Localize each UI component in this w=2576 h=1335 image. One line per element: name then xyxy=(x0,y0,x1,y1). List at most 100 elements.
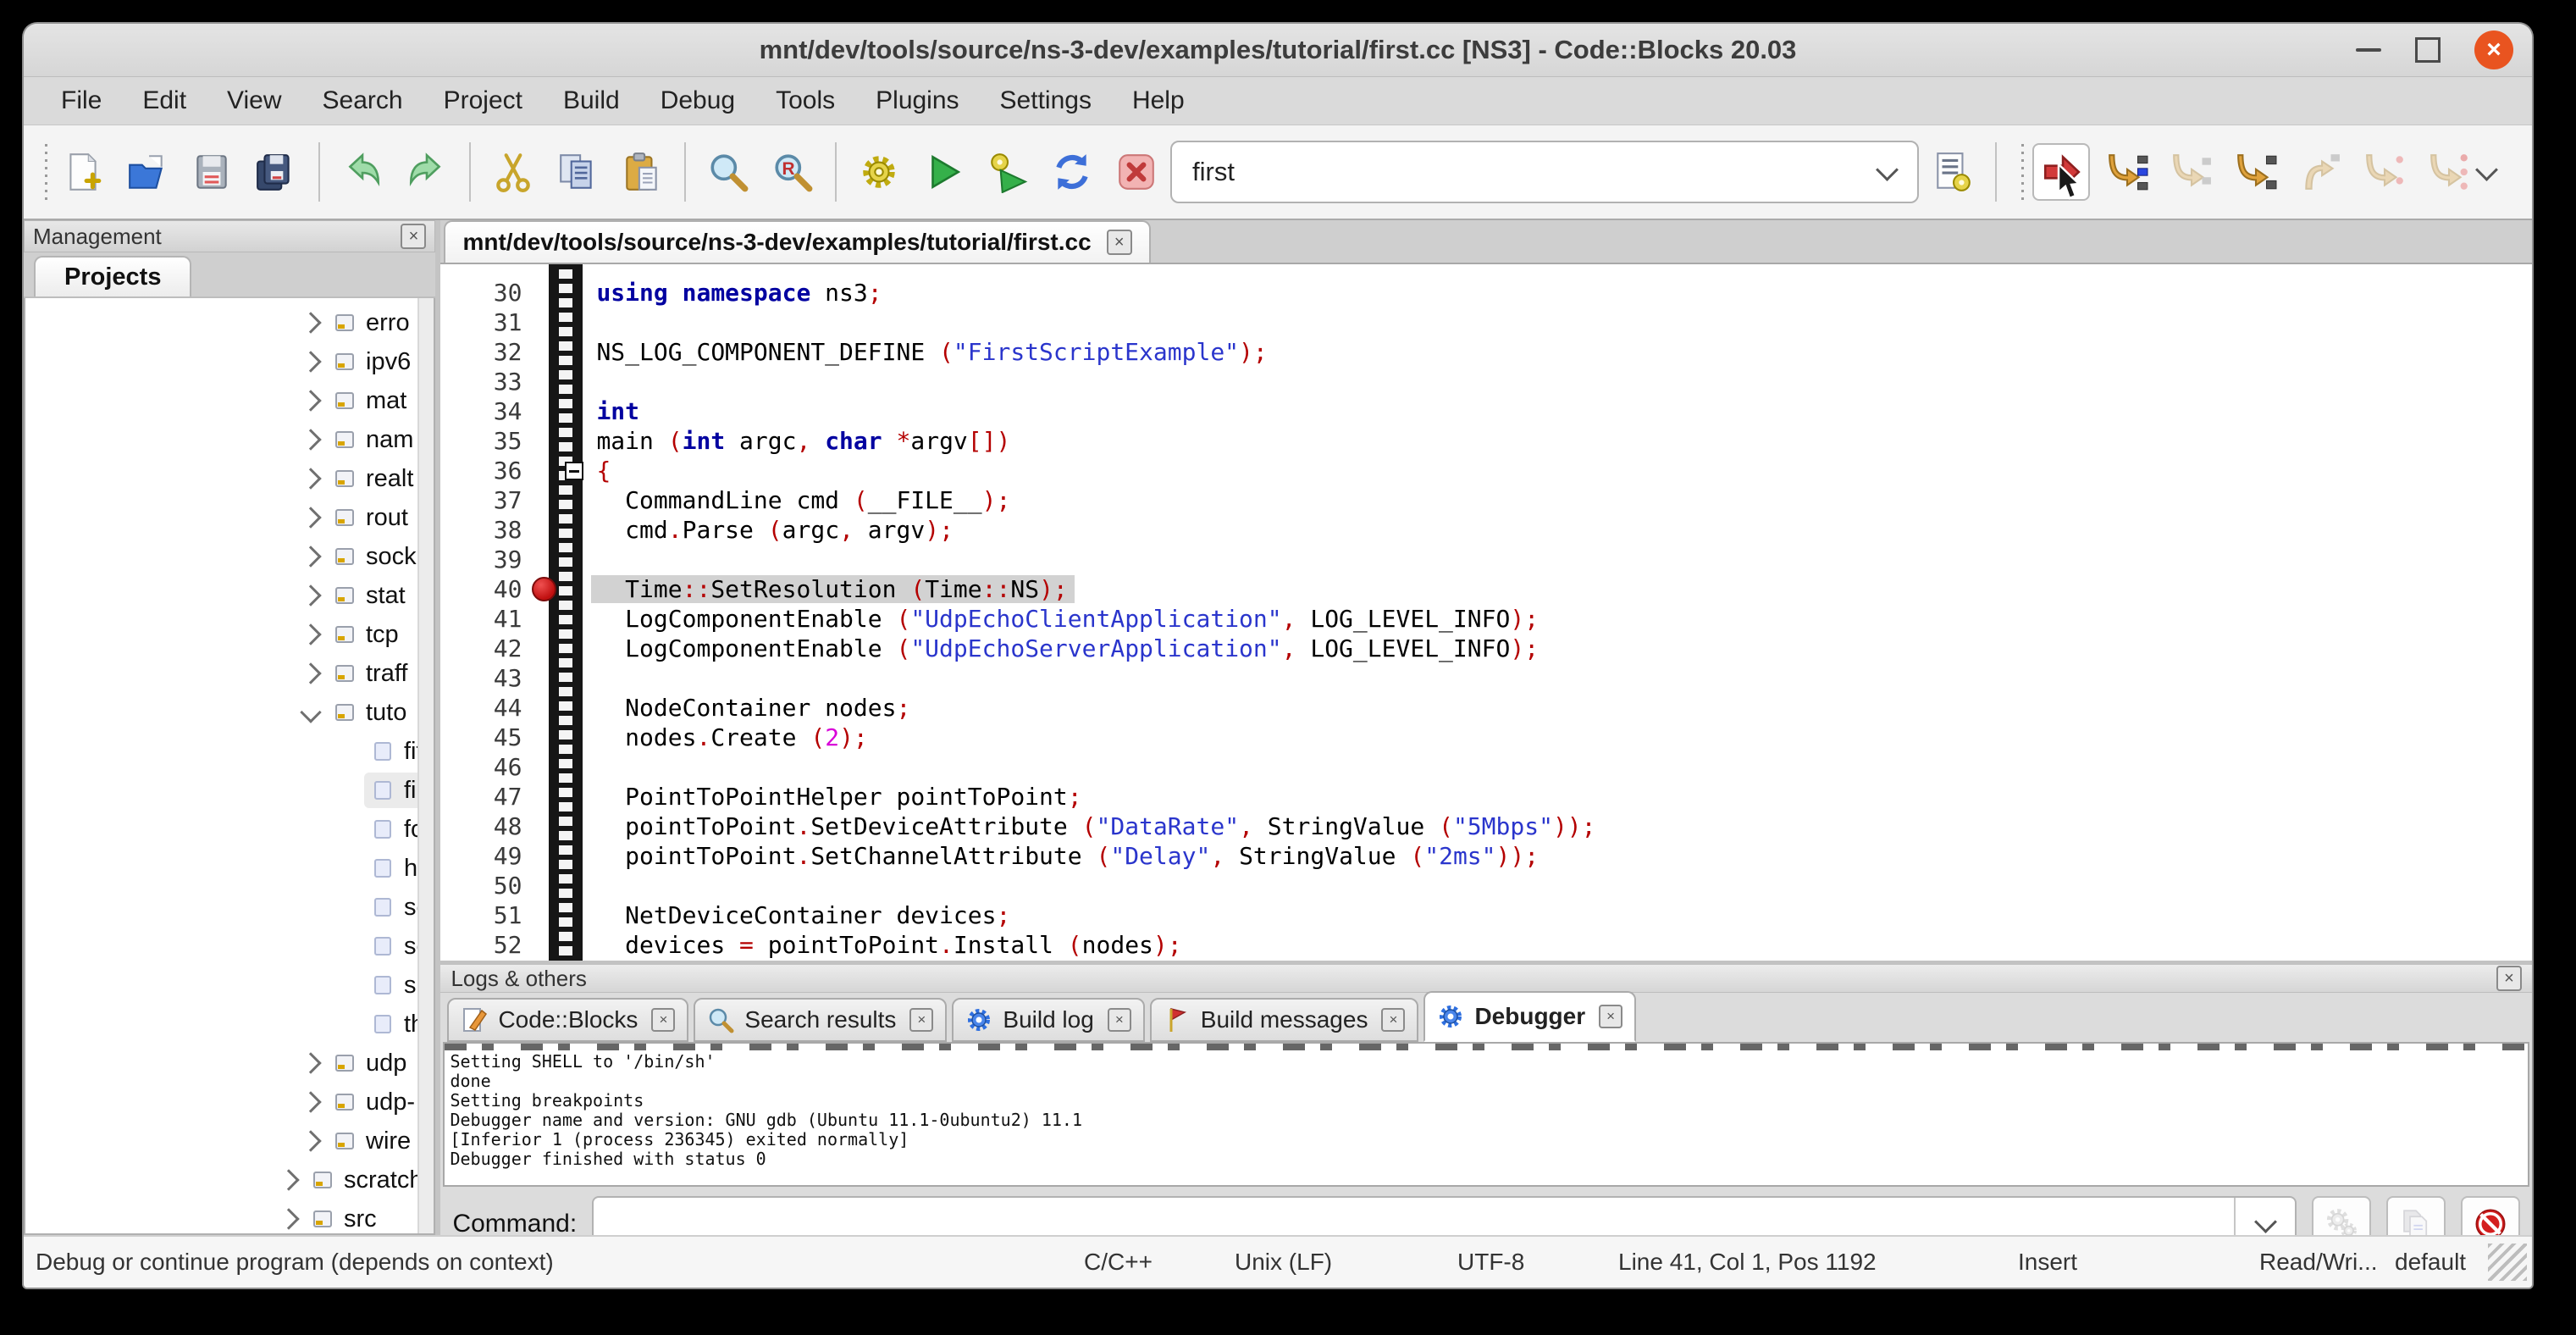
line-number[interactable]: 52 xyxy=(440,931,530,959)
tree-item-tcp[interactable]: tcp xyxy=(25,615,434,654)
line-number[interactable]: 47 xyxy=(440,783,530,811)
log-tab-code-blocks[interactable]: Code::Blocks× xyxy=(447,998,688,1042)
find-button[interactable] xyxy=(701,145,755,199)
toolbar-overflow-chevron-icon[interactable] xyxy=(2475,158,2498,181)
fold-marker[interactable] xyxy=(565,462,583,480)
build-and-run-button[interactable] xyxy=(981,145,1035,199)
tree-item-nam[interactable]: nam xyxy=(25,420,434,459)
menu-item-plugins[interactable]: Plugins xyxy=(855,83,979,119)
debug-continue-button[interactable] xyxy=(2032,143,2090,201)
projects-tree[interactable]: erroipv6matnamrealtroutsockstattcptrafft… xyxy=(24,298,435,1235)
tree-item-ipv6[interactable]: ipv6 xyxy=(25,342,434,381)
rebuild-button[interactable] xyxy=(1045,145,1099,199)
menu-item-build[interactable]: Build xyxy=(543,83,640,119)
step-into-button[interactable] xyxy=(2229,145,2283,199)
tree-item-six[interactable]: six xyxy=(25,966,434,1005)
line-number[interactable]: 33 xyxy=(440,368,530,396)
chevron-collapsed-icon[interactable] xyxy=(300,429,321,450)
paste-button[interactable] xyxy=(615,145,669,199)
line-number[interactable]: 36 xyxy=(440,457,530,485)
menu-item-file[interactable]: File xyxy=(41,83,122,119)
log-tab-debugger[interactable]: Debugger× xyxy=(1423,991,1636,1042)
chevron-collapsed-icon[interactable] xyxy=(300,507,321,528)
chevron-down-icon[interactable] xyxy=(1876,158,1899,181)
step-into-instruction-button[interactable] xyxy=(2422,145,2476,199)
tree-item-stat[interactable]: stat xyxy=(25,576,434,615)
replace-button[interactable]: R xyxy=(766,145,820,199)
step-out-button[interactable] xyxy=(2293,145,2347,199)
toolbar-grip[interactable] xyxy=(2019,144,2026,200)
line-number[interactable]: 35 xyxy=(440,427,530,455)
toolbar-grip[interactable] xyxy=(42,144,49,200)
chevron-collapsed-icon[interactable] xyxy=(278,1208,299,1229)
menu-item-tools[interactable]: Tools xyxy=(755,83,855,119)
titlebar[interactable]: mnt/dev/tools/source/ns-3-dev/examples/t… xyxy=(24,24,2532,77)
chevron-collapsed-icon[interactable] xyxy=(300,584,321,606)
line-number[interactable]: 37 xyxy=(440,486,530,514)
code-editor[interactable]: 30using namespace ns3;3132NS_LOG_COMPONE… xyxy=(440,264,2532,961)
tree-item-src[interactable]: src xyxy=(25,1199,434,1235)
tree-item-se[interactable]: se xyxy=(25,888,434,927)
logs-close-icon[interactable]: × xyxy=(2496,966,2522,991)
build-options-button[interactable] xyxy=(1926,145,1980,199)
line-number[interactable]: 43 xyxy=(440,664,530,692)
tree-item-fif[interactable]: fif xyxy=(25,732,434,771)
editor-tab-close-icon[interactable]: × xyxy=(1107,230,1132,255)
run-button[interactable] xyxy=(916,145,970,199)
open-file-button[interactable] xyxy=(120,145,174,199)
chevron-expanded-icon[interactable] xyxy=(300,701,321,723)
line-number[interactable]: 32 xyxy=(440,338,530,366)
menu-item-settings[interactable]: Settings xyxy=(980,83,1112,119)
chevron-collapsed-icon[interactable] xyxy=(300,1130,321,1151)
build-target-combo[interactable] xyxy=(1170,141,1919,203)
menu-item-help[interactable]: Help xyxy=(1112,83,1205,119)
breakpoint-marker[interactable] xyxy=(532,577,556,601)
line-number[interactable]: 50 xyxy=(440,872,530,900)
next-line-button[interactable] xyxy=(2164,145,2219,199)
chevron-collapsed-icon[interactable] xyxy=(300,351,321,372)
log-tab-close-icon[interactable]: × xyxy=(651,1008,675,1032)
line-number[interactable]: 49 xyxy=(440,842,530,870)
tree-item-th[interactable]: th xyxy=(25,1005,434,1044)
line-number[interactable]: 30 xyxy=(440,279,530,307)
line-number[interactable]: 40 xyxy=(440,575,530,603)
abort-build-button[interactable] xyxy=(1109,145,1164,199)
tree-item-erro[interactable]: erro xyxy=(25,303,434,342)
maximize-icon[interactable] xyxy=(2415,37,2441,63)
log-tab-close-icon[interactable]: × xyxy=(1599,1005,1622,1028)
redo-button[interactable] xyxy=(400,145,454,199)
line-number[interactable]: 51 xyxy=(440,901,530,929)
line-number[interactable]: 46 xyxy=(440,753,530,781)
line-number[interactable]: 41 xyxy=(440,605,530,633)
build-button[interactable] xyxy=(852,145,906,199)
tree-item-traff[interactable]: traff xyxy=(25,654,434,693)
line-number[interactable]: 38 xyxy=(440,516,530,544)
editor-tab-first-cc[interactable]: mnt/dev/tools/source/ns-3-dev/examples/t… xyxy=(444,220,1150,263)
chevron-collapsed-icon[interactable] xyxy=(300,623,321,645)
menu-item-search[interactable]: Search xyxy=(302,83,423,119)
management-close-icon[interactable]: × xyxy=(401,224,426,249)
copy-button[interactable] xyxy=(550,145,605,199)
command-input[interactable] xyxy=(594,1210,2234,1238)
breakpoint-margin[interactable] xyxy=(530,577,557,601)
chevron-collapsed-icon[interactable] xyxy=(300,468,321,489)
tree-item-wire[interactable]: wire xyxy=(25,1122,434,1161)
tree-item-mat[interactable]: mat xyxy=(25,381,434,420)
log-tab-close-icon[interactable]: × xyxy=(1381,1008,1405,1032)
tree-item-he[interactable]: he xyxy=(25,849,434,888)
log-tab-build-messages[interactable]: Build messages× xyxy=(1150,998,1419,1042)
cut-button[interactable] xyxy=(486,145,540,199)
tree-item-udp-[interactable]: udp- xyxy=(25,1083,434,1122)
log-tab-close-icon[interactable]: × xyxy=(1108,1008,1131,1032)
tree-item-tuto[interactable]: tuto xyxy=(25,693,434,732)
tree-item-realt[interactable]: realt xyxy=(25,459,434,498)
chevron-collapsed-icon[interactable] xyxy=(300,312,321,333)
chevron-collapsed-icon[interactable] xyxy=(300,1052,321,1073)
tree-item-fo[interactable]: fo xyxy=(25,810,434,849)
line-number[interactable]: 45 xyxy=(440,723,530,751)
tree-item-scratch[interactable]: scratch xyxy=(25,1161,434,1199)
chevron-collapsed-icon[interactable] xyxy=(300,1091,321,1112)
tree-item-udp[interactable]: udp xyxy=(25,1044,434,1083)
tree-item-sock[interactable]: sock xyxy=(25,537,434,576)
menu-item-edit[interactable]: Edit xyxy=(122,83,207,119)
